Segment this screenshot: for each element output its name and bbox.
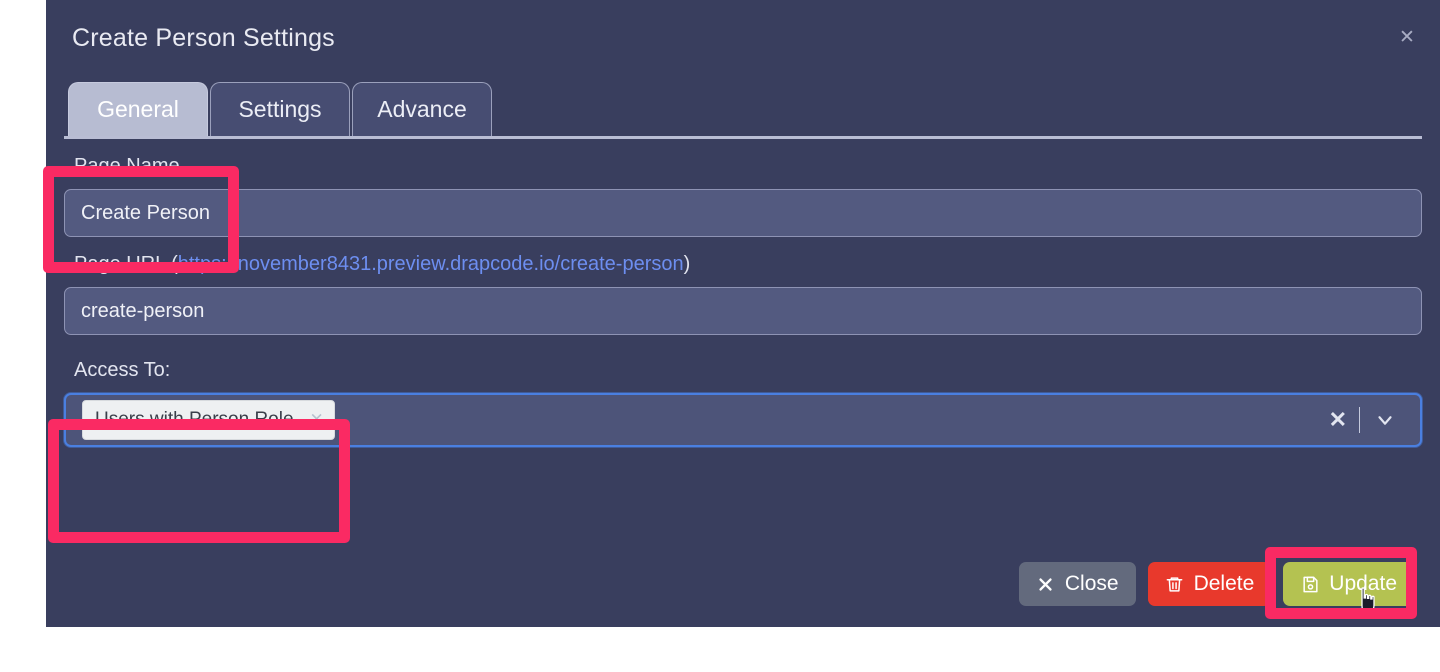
trash-icon <box>1165 574 1185 594</box>
access-to-chip-label: Users with Person Role <box>95 409 294 430</box>
tab-general[interactable]: General <box>68 82 208 136</box>
create-person-settings-modal: Create Person Settings ✕ General Setting… <box>46 0 1440 627</box>
access-to-chip[interactable]: Users with Person Role ✕ <box>82 400 335 440</box>
close-button[interactable]: Close <box>1018 562 1136 606</box>
delete-button-label: Delete <box>1193 572 1255 595</box>
chip-remove-icon[interactable]: ✕ <box>306 410 328 430</box>
access-to-field-group: Access To: Users with Person Role ✕ ✕ <box>64 357 1422 447</box>
page-url-link[interactable]: https://november8431.preview.drapcode.io… <box>178 253 684 275</box>
tab-settings-label: Settings <box>238 96 322 122</box>
tab-advance[interactable]: Advance <box>352 82 492 136</box>
page-url-label-suffix: ) <box>683 253 691 275</box>
update-button[interactable]: Update <box>1283 562 1414 614</box>
close-icon[interactable]: ✕ <box>1396 27 1418 49</box>
access-to-select[interactable]: Users with Person Role ✕ ✕ <box>64 393 1422 447</box>
page-url-label-prefix: Page URL ( <box>74 253 178 275</box>
tab-settings[interactable]: Settings <box>210 82 350 136</box>
page-title: Create Person Settings <box>72 23 335 52</box>
page-url-label: Page URL (https://november8431.preview.d… <box>64 251 1422 277</box>
page-url-field-group: Page URL (https://november8431.preview.d… <box>64 251 1422 335</box>
modal-footer: Close Delete Update <box>46 541 1440 627</box>
save-disk-icon <box>1300 574 1320 594</box>
screen-root: Create Person Settings ✕ General Setting… <box>0 0 1440 672</box>
select-indicators: ✕ <box>1317 395 1406 445</box>
page-name-label: Page Name <box>74 155 180 177</box>
close-button-label: Close <box>1064 572 1119 595</box>
update-button-label: Update <box>1329 572 1397 595</box>
clear-icon[interactable]: ✕ <box>1317 409 1359 431</box>
tab-advance-label: Advance <box>377 96 467 122</box>
modal-header: Create Person Settings ✕ <box>46 0 1440 76</box>
page-name-input[interactable] <box>64 189 1422 237</box>
modal-body: General Settings Advance Page Name Page … <box>46 76 1440 447</box>
tab-bar: General Settings Advance <box>64 76 1422 139</box>
chevron-down-icon[interactable] <box>1360 409 1406 431</box>
page-name-field-group: Page Name <box>64 153 1422 237</box>
access-to-label: Access To: <box>74 359 171 381</box>
tab-general-label: General <box>97 96 179 122</box>
page-url-input[interactable] <box>64 287 1422 335</box>
close-x-icon <box>1036 574 1056 594</box>
delete-button[interactable]: Delete <box>1147 562 1272 606</box>
